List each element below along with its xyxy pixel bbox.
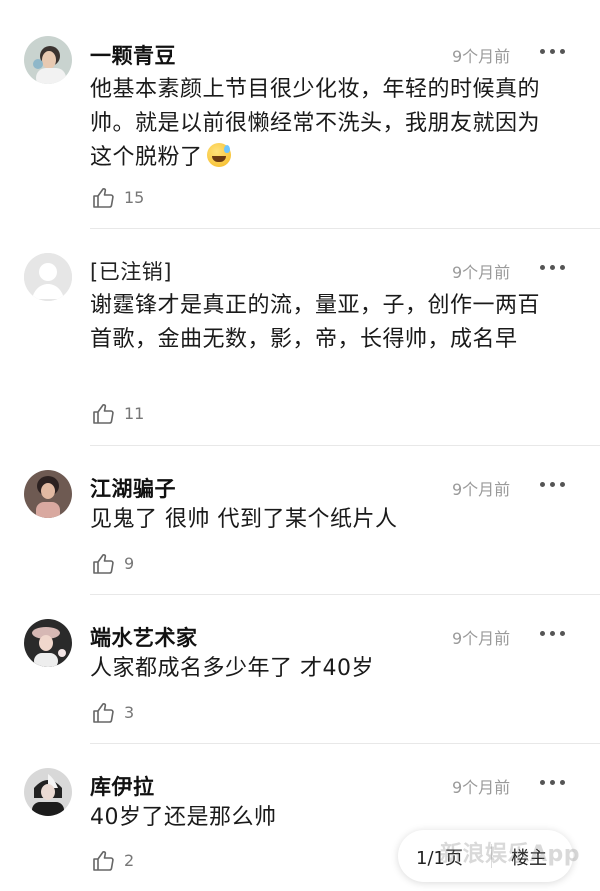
more-options-icon[interactable] — [540, 46, 566, 56]
like-count: 9 — [124, 554, 135, 573]
comment-item: 端水艺术家 9个月前 人家都成名多少年了 才40岁 3 — [0, 595, 600, 743]
thumbs-up-icon — [93, 851, 114, 871]
username[interactable]: 一颗青豆 — [90, 40, 176, 70]
comment-text-body: 他基本素颜上节目很少化妆，年轻的时候真的帅。就是以前很懒经常不洗头，我朋友就因为… — [90, 77, 541, 170]
avatar-photo-icon — [24, 619, 72, 667]
timestamp: 9个月前 — [452, 480, 511, 499]
thumbs-up-icon — [93, 703, 114, 723]
more-options-icon[interactable] — [540, 628, 566, 638]
timestamp: 9个月前 — [452, 629, 511, 648]
avatar[interactable] — [24, 768, 72, 816]
comment-item: [已注销] 9个月前 谢霆锋才是真正的流，量亚，子，创作一两百首歌，金曲无数，影… — [0, 229, 600, 445]
avatar-photo-icon — [24, 470, 72, 518]
watermark: 新浪娱乐App — [440, 842, 581, 867]
username[interactable]: 端水艺术家 — [90, 622, 198, 652]
avatar[interactable] — [24, 253, 72, 301]
thumbs-up-icon — [93, 404, 114, 424]
avatar-photo-icon — [24, 36, 72, 84]
comment-text: 见鬼了 很帅 代到了某个纸片人 — [90, 507, 398, 532]
more-options-icon[interactable] — [540, 777, 566, 787]
comment-item: 一颗青豆 9个月前 他基本素颜上节目很少化妆，年轻的时候真的帅。就是以前很懒经常… — [0, 0, 600, 228]
comment-text: 人家都成名多少年了 才40岁 — [90, 656, 374, 681]
more-options-icon[interactable] — [540, 479, 566, 489]
timestamp: 9个月前 — [452, 778, 511, 797]
like-count: 15 — [124, 188, 145, 207]
timestamp: 9个月前 — [452, 47, 511, 66]
avatar[interactable] — [24, 619, 72, 667]
avatar-photo-icon — [24, 768, 72, 816]
like-count: 11 — [124, 404, 145, 423]
avatar[interactable] — [24, 36, 72, 84]
username[interactable]: 库伊拉 — [90, 771, 155, 801]
comment-item: 江湖骗子 9个月前 见鬼了 很帅 代到了某个纸片人 9 — [0, 446, 600, 594]
default-avatar-icon — [24, 253, 72, 301]
like-count: 3 — [124, 703, 135, 722]
avatar[interactable] — [24, 470, 72, 518]
username[interactable]: [已注销] — [90, 256, 172, 286]
like-count: 2 — [124, 851, 135, 870]
timestamp: 9个月前 — [452, 263, 511, 282]
thumbs-up-icon — [93, 188, 114, 208]
thumbs-up-icon — [93, 554, 114, 574]
more-options-icon[interactable] — [540, 262, 566, 272]
grinning-sweat-emoji-icon — [206, 143, 231, 167]
comment-text: 他基本素颜上节目很少化妆，年轻的时候真的帅。就是以前很懒经常不洗头，我朋友就因为… — [90, 73, 560, 175]
username[interactable]: 江湖骗子 — [90, 473, 176, 503]
comment-text: 谢霆锋才是真正的流，量亚，子，创作一两百首歌，金曲无数，影，帝，长得帅，成名早 — [90, 293, 541, 352]
